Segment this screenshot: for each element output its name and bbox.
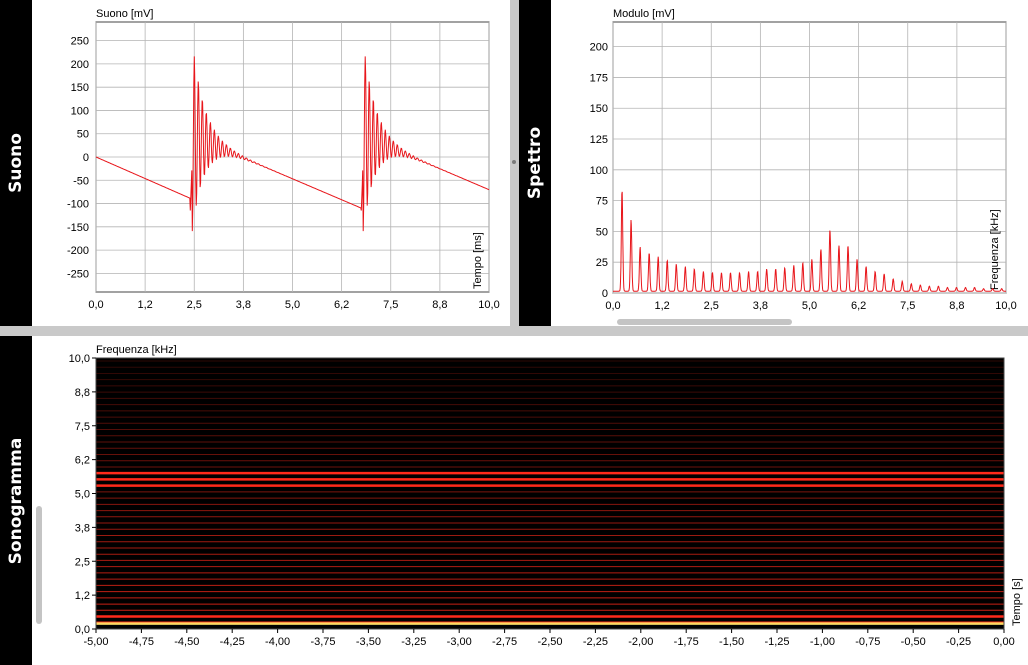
suono-x-tick: 3,8 (236, 299, 251, 311)
sonogramma-y-tick: 5,0 (75, 489, 90, 501)
spettro-y-tick: 150 (590, 103, 608, 115)
sonogramma-x-tick: -0,75 (855, 636, 880, 648)
spettro-y-tick: 200 (590, 42, 608, 54)
suono-y-tick: -50 (73, 175, 89, 187)
suono-x-tick: 10,0 (478, 299, 499, 311)
suono-x-tick: 7,5 (383, 299, 398, 311)
sonogramma-x-tick: -1,00 (810, 636, 835, 648)
sonogramma-x-tick: -1,25 (764, 636, 789, 648)
spettro-side-label: Spettro (525, 126, 545, 200)
suono-y-tick: -100 (67, 199, 89, 211)
suono-y-title: Suono [mV] (96, 8, 153, 20)
spettro-chart: 0 25 50 75 100 125 150 175 200 0,0 1,2 2,5 3,8 5,0 6,2… (590, 8, 1017, 312)
sonogramma-x-tick: -1,50 (719, 636, 744, 648)
suono-side-tab[interactable]: Suono (0, 0, 32, 326)
sonogramma-x-tick: -3,00 (447, 636, 472, 648)
spettro-y-tick: 125 (590, 134, 608, 146)
sonogramma-x-tick: -0,50 (901, 636, 926, 648)
spettro-x-tick: 10,0 (995, 300, 1016, 312)
sonogramma-x-tick: -2,50 (537, 636, 562, 648)
sonogramma-x-tick: -1,75 (674, 636, 699, 648)
sonogramma-y-tick: 10,0 (69, 353, 90, 365)
suono-y-tick: 250 (71, 36, 89, 48)
sonogramma-x-tick: -4,00 (265, 636, 290, 648)
sonogramma-y-tick: 2,5 (75, 556, 90, 568)
spettro-x-tick: 7,5 (900, 300, 915, 312)
sonogramma-side-label: Sonogramma (6, 437, 26, 564)
sonogramma-x-tick: -0,25 (946, 636, 971, 648)
spettro-y-tick: 175 (590, 72, 608, 84)
suono-panel: -250 -200 -150 -100 -50 0 50 100 150 200 250 0,0 1,2… (32, 0, 510, 326)
spettro-y-tick: 0 (602, 288, 608, 300)
spettro-x-tick: 2,5 (704, 300, 719, 312)
sonogramma-x-tick: -3,75 (310, 636, 335, 648)
sonogramma-y-tick: 3,8 (75, 522, 90, 534)
suono-y-tick: 100 (71, 105, 89, 117)
sonogramma-y-tick: 8,8 (75, 387, 90, 399)
spettro-y-tick: 100 (590, 165, 608, 177)
suono-x-tick: 5,0 (285, 299, 300, 311)
suono-y-tick: -250 (67, 268, 89, 280)
spettro-y-tick: 50 (596, 226, 608, 238)
suono-chart: -250 -200 -150 -100 -50 0 50 100 150 200 250 0,0 1,2… (67, 8, 500, 311)
sonogramma-x-title: Tempo [s] (1011, 578, 1023, 626)
suono-y-tick: -200 (67, 245, 89, 257)
sonogramma-chart: 0,0 1,2 2,5 3,8 5,0 6,2 7,5 8,8 10,0 -5,00 -4,75 -4… (69, 344, 1023, 648)
sonogramma-x-tick: -4,75 (129, 636, 154, 648)
sonogramma-y-title: Frequenza [kHz] (96, 344, 177, 356)
spettro-y-tick: 75 (596, 196, 608, 208)
suono-y-tick: 150 (71, 82, 89, 94)
suono-side-label: Suono (6, 133, 26, 193)
sonogramma-x-tick: -3,50 (356, 636, 381, 648)
sonogramma-x-tick: -5,00 (83, 636, 108, 648)
suono-x-tick: 0,0 (88, 299, 103, 311)
suono-y-tick: -150 (67, 222, 89, 234)
spettro-x-tick: 6,2 (851, 300, 866, 312)
sonogramma-y-tick: 6,2 (75, 455, 90, 467)
suono-x-title: Tempo [ms] (472, 232, 484, 289)
sonogramma-y-tick: 7,5 (75, 421, 90, 433)
sonogramma-x-tick: -2,00 (628, 636, 653, 648)
suono-y-tick: 200 (71, 59, 89, 71)
suono-x-tick: 1,2 (137, 299, 152, 311)
sonogramma-x-tick: -2,75 (492, 636, 517, 648)
sonogramma-panel: 0,0 1,2 2,5 3,8 5,0 6,2 7,5 8,8 10,0 -5,00 -4,75 -4… (32, 336, 1028, 665)
spettro-panel: 0 25 50 75 100 125 150 175 200 0,0 1,2 2,5 3,8 5,0 6,2… (551, 0, 1028, 326)
sonogramma-x-tick: -3,25 (401, 636, 426, 648)
suono-x-tick: 8,8 (432, 299, 447, 311)
sonogramma-x-tick: 0,00 (993, 636, 1014, 648)
sonogramma-y-tick: 0,0 (75, 624, 90, 636)
spettro-x-tick: 8,8 (949, 300, 964, 312)
sonogramma-y-tick: 1,2 (75, 590, 90, 602)
sonogramma-side-tab[interactable]: Sonogramma (0, 336, 32, 665)
spettro-x-tick: 3,8 (753, 300, 768, 312)
sonogramma-x-tick: -4,50 (174, 636, 199, 648)
sonogramma-x-tick: -4,25 (220, 636, 245, 648)
suono-y-tick: 0 (83, 152, 89, 164)
spettro-y-title: Modulo [mV] (613, 8, 675, 20)
sonogramma-x-tick: -2,25 (583, 636, 608, 648)
suono-x-tick: 2,5 (187, 299, 202, 311)
spettro-x-tick: 1,2 (654, 300, 669, 312)
spettro-x-tick: 0,0 (605, 300, 620, 312)
vertical-splitter-handle[interactable] (512, 160, 516, 164)
spettro-x-title: Frequenza [kHz] (989, 209, 1001, 290)
spettro-y-tick: 25 (596, 257, 608, 269)
suono-x-tick: 6,2 (334, 299, 349, 311)
spettro-horizontal-scrollbar[interactable] (617, 319, 792, 325)
suono-y-tick: 50 (77, 129, 89, 141)
spettro-side-tab[interactable]: Spettro (519, 0, 551, 326)
spettro-x-tick: 5,0 (802, 300, 817, 312)
